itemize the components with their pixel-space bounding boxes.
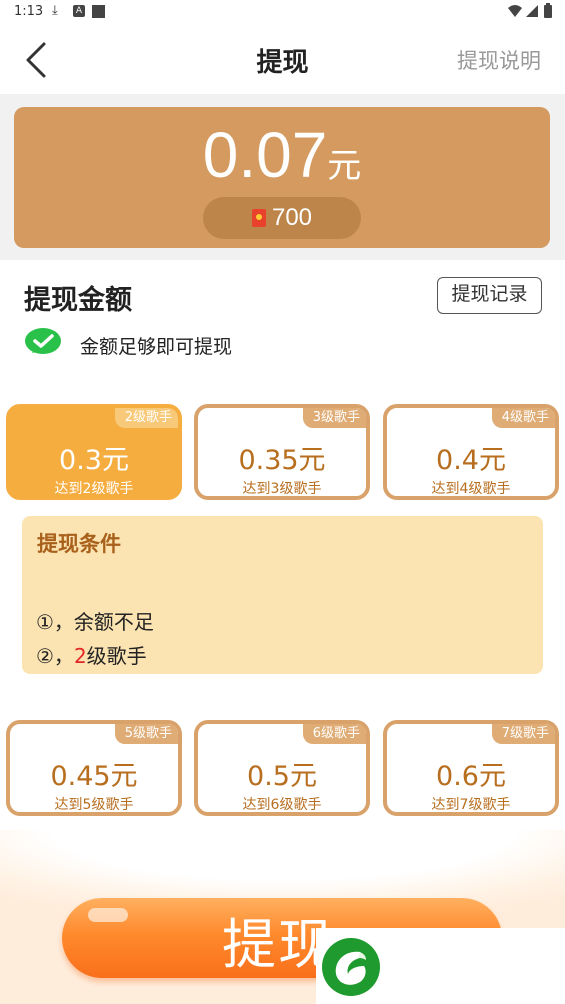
leaf-logo-icon bbox=[322, 938, 380, 996]
coin-count: 700 bbox=[271, 204, 313, 231]
condition-item-2-prefix: ②， bbox=[36, 644, 74, 668]
tier-card-level-2[interactable]: 2级歌手 0.3元 达到2级歌手 bbox=[6, 404, 182, 500]
square-icon bbox=[92, 5, 105, 18]
button-shine bbox=[88, 908, 128, 922]
balance-amount: 0.07元 bbox=[14, 119, 550, 191]
withdraw-instructions-link[interactable]: 提现说明 bbox=[457, 45, 541, 75]
tier-card-level-4[interactable]: 4级歌手 0.4元 达到4级歌手 bbox=[383, 404, 559, 500]
tier-badge: 7级歌手 bbox=[491, 724, 555, 744]
condition-item-2: ②，2级歌手 bbox=[36, 640, 147, 669]
balance-card: 0.07元 700 bbox=[14, 107, 550, 248]
tier-amount: 0.3元 bbox=[59, 445, 129, 476]
tier-amount: 0.35元 bbox=[238, 445, 326, 476]
tier-requirement: 达到6级歌手 bbox=[242, 797, 322, 813]
coin-balance-pill: 700 bbox=[203, 197, 361, 239]
withdraw-note: 金额足够即可提现 bbox=[80, 336, 233, 358]
conditions-title: 提现条件 bbox=[37, 532, 121, 556]
tier-badge: 2级歌手 bbox=[114, 408, 178, 428]
withdraw-amount-heading: 提现金额 bbox=[24, 285, 132, 316]
condition-level-highlight: 2 bbox=[73, 644, 87, 668]
tier-amount: 0.6元 bbox=[436, 761, 506, 792]
wifi-icon bbox=[508, 5, 522, 17]
withdraw-records-button[interactable]: 提现记录 bbox=[437, 277, 542, 314]
condition-item-1: ①，余额不足 bbox=[36, 610, 154, 634]
tier-badge: 4级歌手 bbox=[491, 408, 555, 428]
tier-amount: 0.4元 bbox=[436, 445, 506, 476]
balance-value: 0.07 bbox=[202, 119, 328, 191]
tier-requirement: 达到2级歌手 bbox=[54, 481, 134, 497]
red-packet-icon bbox=[251, 209, 266, 227]
tier-badge: 5级歌手 bbox=[114, 724, 178, 744]
tier-requirement: 达到5级歌手 bbox=[54, 797, 134, 813]
chevron-left-icon[interactable] bbox=[22, 40, 52, 80]
tier-card-level-3[interactable]: 3级歌手 0.35元 达到3级歌手 bbox=[194, 404, 370, 500]
a-box-icon: A bbox=[73, 5, 85, 17]
status-time: 1:13 bbox=[14, 4, 44, 19]
battery-icon bbox=[544, 3, 552, 18]
status-bar: 1:13 ⤓ A bbox=[0, 0, 565, 24]
withdraw-conditions-panel: 提现条件 ①，余额不足 ②，2级歌手 bbox=[22, 516, 543, 674]
signal-icon bbox=[526, 5, 538, 17]
tier-badge: 3级歌手 bbox=[302, 408, 366, 428]
condition-item-2-suffix: 级歌手 bbox=[86, 644, 147, 668]
top-nav: 提现 提现说明 bbox=[0, 28, 565, 94]
tier-requirement: 达到3级歌手 bbox=[242, 481, 322, 497]
tier-card-level-5[interactable]: 5级歌手 0.45元 达到5级歌手 bbox=[6, 720, 182, 816]
download-icon: ⤓ bbox=[52, 3, 58, 18]
balance-unit: 元 bbox=[327, 146, 362, 186]
tier-card-level-7[interactable]: 7级歌手 0.6元 达到7级歌手 bbox=[383, 720, 559, 816]
tier-card-level-6[interactable]: 6级歌手 0.5元 达到6级歌手 bbox=[194, 720, 370, 816]
tier-requirement: 达到4级歌手 bbox=[431, 481, 511, 497]
tier-requirement: 达到7级歌手 bbox=[431, 797, 511, 813]
tier-amount: 0.5元 bbox=[247, 761, 317, 792]
tier-amount: 0.45元 bbox=[50, 761, 138, 792]
wechat-icon bbox=[25, 328, 61, 354]
tier-badge: 6级歌手 bbox=[302, 724, 366, 744]
